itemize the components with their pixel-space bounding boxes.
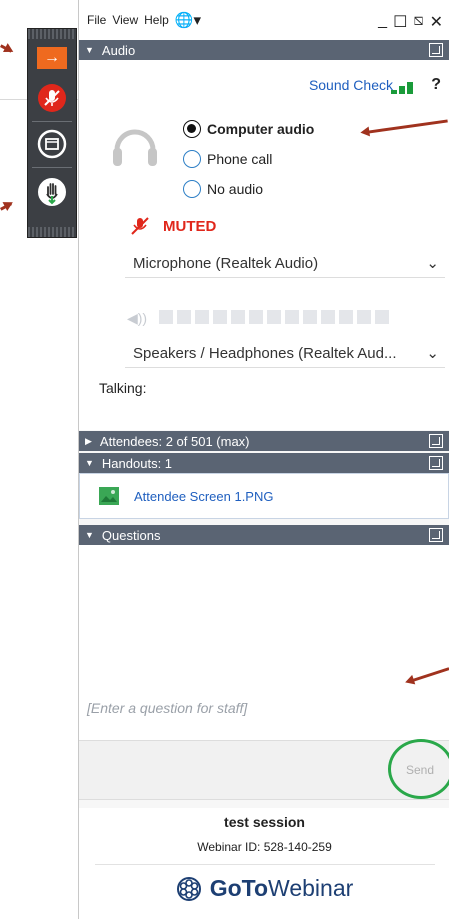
talking-label: Talking: <box>99 380 147 396</box>
maximize-button[interactable]: ☐ <box>393 12 407 32</box>
brand-divider <box>94 864 435 865</box>
radio-selected-icon <box>183 120 201 138</box>
brand-webinar: Webinar <box>268 875 354 901</box>
language-globe-icon[interactable]: 🌐▾ <box>175 11 201 29</box>
send-highlight-circle <box>388 739 449 799</box>
audio-header-label: Audio <box>101 42 136 58</box>
handout-name: Attendee Screen 1.PNG <box>134 488 274 504</box>
expand-triangle-icon: ▶ <box>85 435 92 446</box>
webcam-button[interactable] <box>34 129 70 159</box>
minimize-button[interactable]: _ <box>378 12 387 32</box>
audio-option-computer[interactable]: Computer audio <box>183 120 314 138</box>
gotowebinar-flower-icon <box>176 876 201 901</box>
annotation-arrow-hand <box>0 202 13 211</box>
webcam-icon <box>37 129 67 159</box>
arrow-right-icon: → <box>37 47 67 69</box>
toolbar-grip[interactable] <box>28 29 76 39</box>
audio-option-none[interactable]: No audio <box>183 180 263 198</box>
toolbar-divider <box>32 167 72 168</box>
attendees-section-header[interactable]: ▶ Attendees: 2 of 501 (max) <box>79 431 449 451</box>
popout-section-icon[interactable] <box>429 43 443 57</box>
image-file-icon <box>99 487 119 505</box>
question-send-bar: Send <box>79 739 449 800</box>
collapse-triangle-icon: ▼ <box>85 45 94 55</box>
speaker-level-meter <box>159 310 389 324</box>
questions-section-header[interactable]: ▼ Questions <box>79 525 449 545</box>
microphone-muted-small-icon <box>131 217 149 235</box>
option-label: Computer audio <box>207 121 315 137</box>
chevron-down-icon: ⌄ <box>426 345 439 362</box>
audio-section-header[interactable]: ▼ Audio <box>79 40 449 60</box>
signal-bars-icon <box>391 82 413 94</box>
webinar-id: Webinar ID: 528-140-259 <box>197 840 332 854</box>
radio-icon <box>183 180 201 198</box>
speakers-value: Speakers / Headphones (Realtek Aud... <box>133 345 397 362</box>
chevron-down-icon: ⌄ <box>426 255 439 272</box>
attendees-header-label: Attendees: 2 of 501 (max) <box>99 433 250 449</box>
microphone-value: Microphone (Realtek Audio) <box>133 255 319 272</box>
option-label: No audio <box>207 181 264 197</box>
speaker-volume-icon: ◀)) <box>127 310 148 326</box>
close-button[interactable]: ✕ <box>430 12 443 32</box>
microphone-muted-icon <box>38 84 66 112</box>
session-footer: test session Webinar ID: 528-140-259 GoT… <box>79 808 449 919</box>
control-panel: File View Help 🌐▾ _ ☐ ⧅ ✕ ▼ Audio Sound … <box>78 0 449 919</box>
handouts-list: Attendee Screen 1.PNG <box>79 473 449 519</box>
collapse-triangle-icon: ▼ <box>85 458 94 468</box>
sound-check-link[interactable]: Sound Check <box>309 77 393 93</box>
toolbar-divider <box>32 121 72 122</box>
collapse-triangle-icon: ▼ <box>85 530 94 540</box>
question-input[interactable]: [Enter a question for staff] <box>79 690 449 740</box>
raise-hand-icon <box>38 178 66 206</box>
handouts-section-header[interactable]: ▼ Handouts: 1 <box>79 453 449 473</box>
popout-section-icon[interactable] <box>429 456 443 470</box>
brand-logo: GoTo Webinar <box>79 875 449 902</box>
popout-section-icon[interactable] <box>429 434 443 448</box>
popout-section-icon[interactable] <box>429 528 443 542</box>
control-panel-toolbar: → <box>27 28 77 238</box>
handout-item[interactable]: Attendee Screen 1.PNG <box>98 486 273 506</box>
option-label: Phone call <box>207 151 273 167</box>
audio-panel: Sound Check ? Computer audio Phone call … <box>79 60 449 430</box>
menu-view[interactable]: View <box>112 13 138 27</box>
help-icon[interactable]: ? <box>431 76 441 94</box>
mute-button[interactable] <box>34 83 70 113</box>
audio-option-phone[interactable]: Phone call <box>183 150 272 168</box>
session-name: test session <box>224 814 305 830</box>
brand-goto: GoTo <box>209 875 269 901</box>
menu-file[interactable]: File <box>87 13 106 27</box>
microphone-select[interactable]: Microphone (Realtek Audio) ⌄ <box>125 250 445 278</box>
muted-status: MUTED <box>163 218 217 235</box>
window-controls: _ ☐ ⧅ ✕ <box>378 12 443 32</box>
questions-header-label: Questions <box>101 527 161 543</box>
menu-help[interactable]: Help <box>144 13 169 27</box>
speakers-select[interactable]: Speakers / Headphones (Realtek Aud... ⌄ <box>125 340 445 368</box>
question-placeholder: [Enter a question for staff] <box>87 700 248 716</box>
radio-icon <box>183 150 201 168</box>
handouts-header-label: Handouts: 1 <box>101 455 173 471</box>
raise-hand-button[interactable] <box>34 177 70 207</box>
toolbar-grip-bottom <box>28 227 76 237</box>
popout-button[interactable]: ⧅ <box>413 12 423 32</box>
headset-icon <box>113 129 157 166</box>
collapse-panel-button[interactable]: → <box>34 43 70 73</box>
